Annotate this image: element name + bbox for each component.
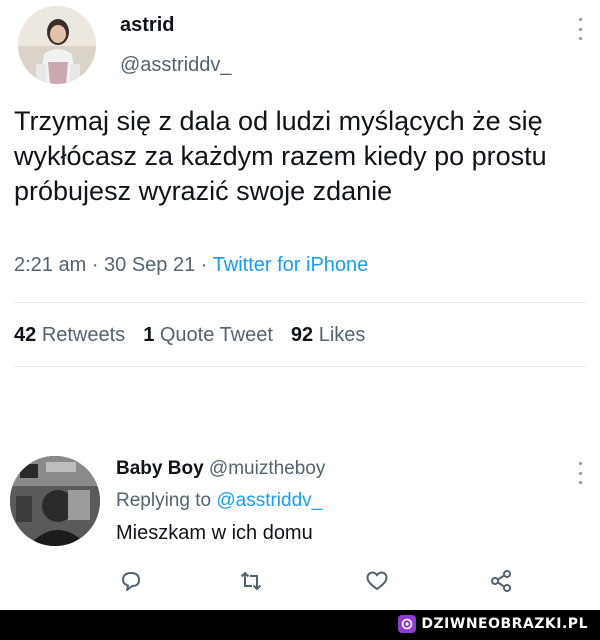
likes-label: Likes xyxy=(318,324,366,346)
divider xyxy=(14,302,586,303)
reply-avatar[interactable] xyxy=(10,456,100,546)
tweet-source[interactable]: Twitter for iPhone xyxy=(213,254,369,276)
replying-to-link[interactable]: @asstriddv_ xyxy=(216,490,322,511)
tweet-stats: 42 Retweets 1 Quote Tweet 92 Likes xyxy=(14,324,365,347)
reply-author-name[interactable]: Baby Boy xyxy=(116,458,204,479)
more-vertical-icon[interactable] xyxy=(575,16,585,42)
quotes-label: Quote Tweet xyxy=(159,324,273,346)
likes-count: 92 xyxy=(290,324,314,346)
divider xyxy=(14,366,586,367)
retweets-stat[interactable]: 42 Retweets xyxy=(14,324,125,346)
replying-to: Replying to @asstriddv_ xyxy=(116,490,322,512)
more-vertical-icon[interactable] xyxy=(575,460,585,486)
reply-author[interactable]: Baby Boy @muiztheboy xyxy=(116,458,325,480)
author-handle[interactable]: @asstriddv_ xyxy=(120,54,231,77)
watermark-bar: DZIWNEOBRAZKI.PL xyxy=(0,610,600,640)
tweet-metadata: 2:21 am · 30 Sep 21 · Twitter for iPhone xyxy=(14,254,368,277)
retweets-label: Retweets xyxy=(41,324,126,346)
tweet-timestamp[interactable]: 2:21 am · 30 Sep 21 · xyxy=(14,254,213,276)
main-tweet: astrid @asstriddv_ Trzymaj się z dala od… xyxy=(0,0,600,380)
reply-actions xyxy=(0,568,600,598)
share-icon[interactable] xyxy=(488,568,514,594)
heart-icon[interactable] xyxy=(364,568,390,594)
watermark-text: DZIWNEOBRAZKI.PL xyxy=(421,616,588,632)
tweet-text: Trzymaj się z dala od ludzi myślących że… xyxy=(14,106,547,206)
reply-text: Mieszkam w ich domu xyxy=(116,522,313,544)
quotes-stat[interactable]: 1 Quote Tweet xyxy=(143,324,273,346)
quotes-count: 1 xyxy=(143,324,155,346)
site-watermark: DZIWNEOBRAZKI.PL xyxy=(398,615,588,633)
comment-icon[interactable] xyxy=(118,568,144,594)
retweet-icon[interactable] xyxy=(238,568,264,594)
retweets-count: 42 xyxy=(14,324,37,346)
replying-to-label: Replying to xyxy=(116,490,217,511)
author-name[interactable]: astrid xyxy=(120,14,174,37)
author-avatar[interactable] xyxy=(18,6,96,84)
likes-stat[interactable]: 92 Likes xyxy=(291,324,366,346)
watermark-logo-icon xyxy=(398,615,417,633)
reply-author-handle[interactable]: @muiztheboy xyxy=(209,458,325,479)
